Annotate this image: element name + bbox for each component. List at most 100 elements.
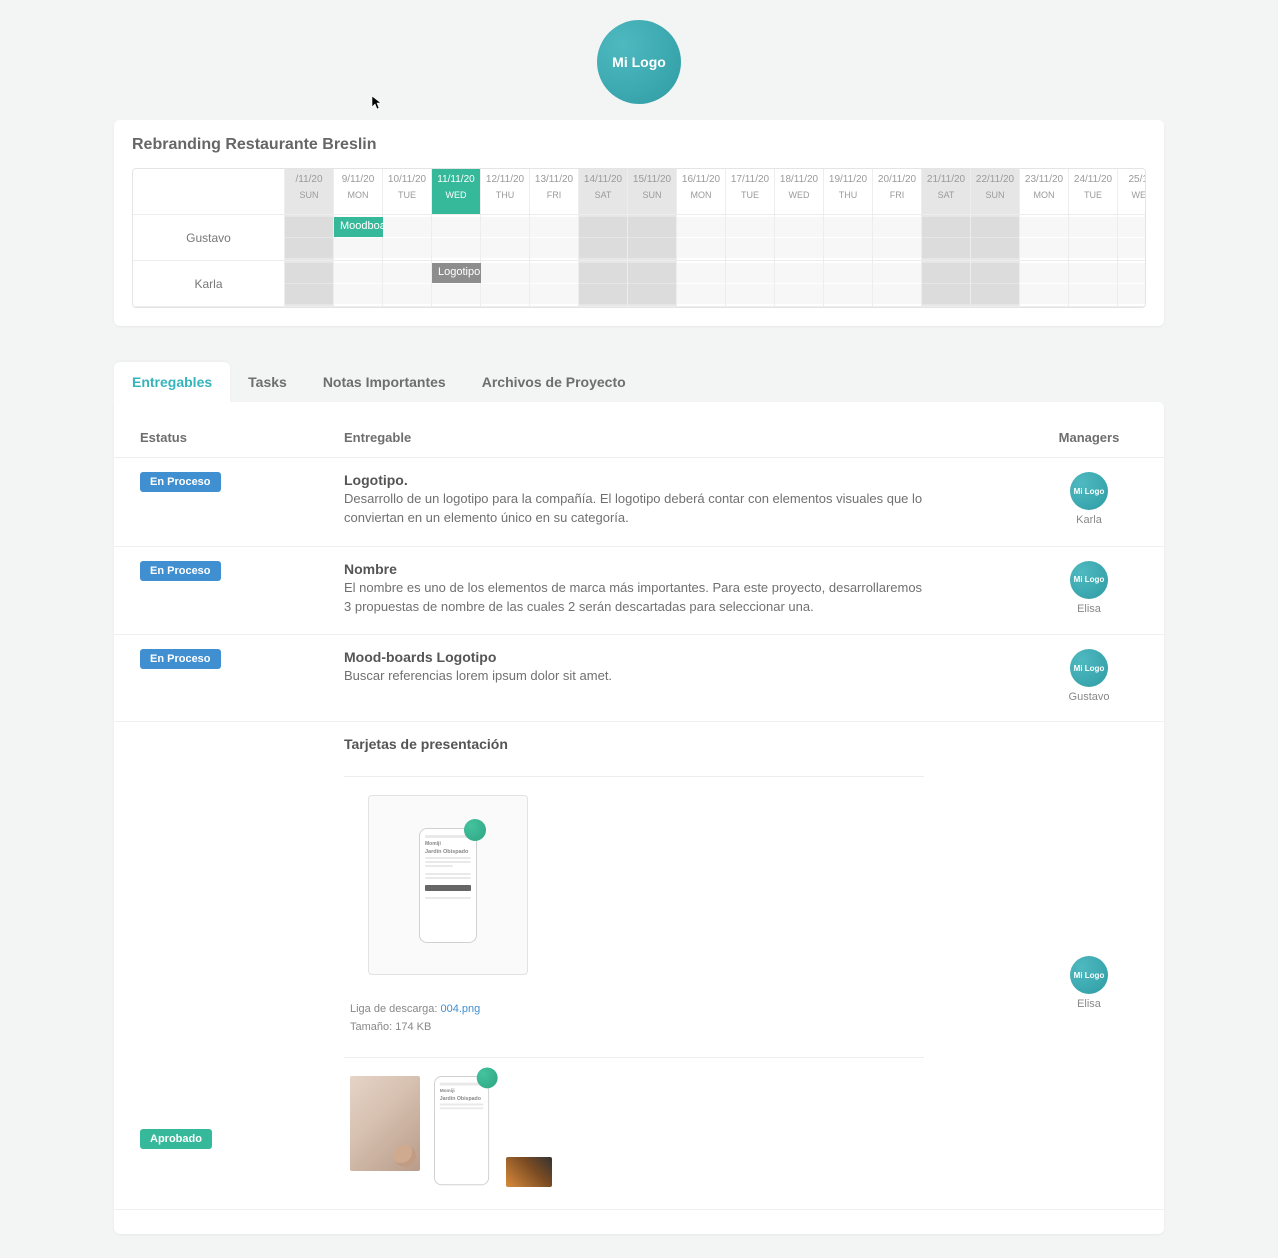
gantt-date-header: 25/11/WED [1118, 169, 1146, 215]
gantt-cell[interactable] [873, 261, 922, 307]
gantt-cell[interactable] [922, 261, 971, 307]
gantt-cell[interactable]: Moodboard de Breslin [334, 215, 383, 261]
gantt-date-header: 24/11/20TUE [1069, 169, 1118, 215]
gantt-cell[interactable] [1069, 261, 1118, 307]
gantt-date-header: 16/11/20MON [677, 169, 726, 215]
table-row: En Proceso Nombre El nombre es uno de los … [114, 546, 1164, 635]
gantt-date-header: 11/11/20WED [432, 169, 481, 215]
deliverable-title: Logotipo. [344, 472, 1004, 488]
gantt-cell[interactable] [628, 261, 677, 307]
divider [344, 776, 924, 777]
gantt-cell[interactable] [1020, 261, 1069, 307]
logo-header: Mi Logo [114, 0, 1164, 120]
gantt-cell[interactable] [481, 215, 530, 261]
tab-entregables[interactable]: Entregables [114, 362, 230, 402]
gantt-cell[interactable] [824, 215, 873, 261]
gantt-chart[interactable]: /11/20SUN9/11/20MON10/11/20TUE11/11/20WE… [132, 168, 1146, 308]
gantt-date-header: 10/11/20TUE [383, 169, 432, 215]
gantt-cell[interactable] [530, 215, 579, 261]
deliverable-title: Mood-boards Logotipo [344, 649, 1004, 665]
attachment-download-line: Liga de descarga: 004.png [350, 1003, 924, 1015]
gantt-cell[interactable] [971, 215, 1020, 261]
status-badge: En Proceso [140, 472, 221, 492]
gantt-cell[interactable] [677, 261, 726, 307]
gantt-date-header: 22/11/20SUN [971, 169, 1020, 215]
manager-name: Elisa [1024, 998, 1154, 1010]
manager-name: Gustavo [1024, 691, 1154, 703]
gantt-cell[interactable] [285, 215, 334, 261]
gantt-cell[interactable] [922, 215, 971, 261]
gantt-cell[interactable] [824, 261, 873, 307]
gantt-date-header: 17/11/20TUE [726, 169, 775, 215]
tab-notas[interactable]: Notas Importantes [305, 362, 464, 402]
gantt-cell[interactable] [726, 261, 775, 307]
gantt-date-header: 15/11/20SUN [628, 169, 677, 215]
gantt-cell[interactable] [873, 215, 922, 261]
project-title: Rebranding Restaurante Breslin [132, 136, 1146, 154]
status-badge: En Proceso [140, 561, 221, 581]
phone-mockup-icon: Momiji Jardín Obispado [434, 1076, 489, 1185]
table-row: En ProcesoLogotipo.Desarrollo de un logo… [114, 458, 1164, 547]
gantt-cell[interactable] [334, 261, 383, 307]
deliverables-panel: Estatus Entregable Managers En Proceso Lo… [114, 402, 1164, 1234]
attachment-thumbnail[interactable]: Momiji Jardín Obispado [350, 1076, 924, 1191]
gantt-cell[interactable] [579, 261, 628, 307]
gantt-cell[interactable] [775, 215, 824, 261]
gantt-cell[interactable] [1020, 215, 1069, 261]
tab-archivos[interactable]: Archivos de Proyecto [464, 362, 644, 402]
gantt-cell[interactable] [579, 215, 628, 261]
gantt-date-header: 14/11/20SAT [579, 169, 628, 215]
attachment-thumbnail[interactable]: Momiji Jardín Obispado [368, 795, 528, 975]
gantt-cell[interactable] [1069, 215, 1118, 261]
deliverables-table: Estatus Entregable Managers En Proceso Lo… [114, 420, 1164, 1210]
status-badge: En Proceso [140, 649, 221, 669]
status-dot-icon [464, 819, 486, 841]
gantt-date-header: 9/11/20MON [334, 169, 383, 215]
gantt-row-label: Karla [133, 261, 285, 307]
gantt-cell[interactable] [285, 261, 334, 307]
avatar[interactable]: Mi Logo [1070, 649, 1108, 687]
gantt-cell[interactable] [1118, 215, 1146, 261]
gantt-date-header: 13/11/20FRI [530, 169, 579, 215]
deliverable-desc: Buscar referencias lorem ipsum dolor sit… [344, 667, 924, 686]
col-status: Estatus [114, 420, 334, 458]
gantt-cell[interactable] [481, 261, 530, 307]
deliverable-title: Nombre [344, 561, 1004, 577]
gantt-cell[interactable] [383, 215, 432, 261]
gantt-date-header: 21/11/20SAT [922, 169, 971, 215]
deliverable-title: Tarjetas de presentación [344, 736, 1004, 752]
avatar[interactable]: Mi Logo [1070, 956, 1108, 994]
status-dot-icon [477, 1068, 498, 1089]
gantt-date-header: 12/11/20THU [481, 169, 530, 215]
col-deliverable: Entregable [334, 420, 1014, 458]
gantt-row-label: Gustavo [133, 215, 285, 261]
download-link[interactable]: 004.png [441, 1003, 481, 1015]
gantt-cell[interactable] [530, 261, 579, 307]
gantt-cell[interactable]: Logotipo Breslin [432, 261, 481, 307]
gantt-cell[interactable] [677, 215, 726, 261]
tab-tasks[interactable]: Tasks [230, 362, 305, 402]
gantt-cell[interactable] [775, 261, 824, 307]
gantt-cell[interactable] [726, 215, 775, 261]
divider [344, 1057, 924, 1058]
phone-mockup-icon: Momiji Jardín Obispado [419, 828, 477, 943]
image-strip-icon [506, 1157, 552, 1187]
avatar[interactable]: Mi Logo [1070, 472, 1108, 510]
gantt-date-header: 18/11/20WED [775, 169, 824, 215]
gantt-cell[interactable] [383, 261, 432, 307]
gantt-cell[interactable] [1118, 261, 1146, 307]
deliverable-desc: El nombre es uno de los elementos de mar… [344, 579, 924, 617]
manager-name: Karla [1024, 514, 1154, 526]
gantt-cell[interactable] [628, 215, 677, 261]
attachment-size-line: Tamaño: 174 KB [350, 1021, 924, 1033]
gantt-cell[interactable] [432, 215, 481, 261]
col-managers: Managers [1014, 420, 1164, 458]
tab-bar: Entregables Tasks Notas Importantes Arch… [114, 362, 1164, 402]
gantt-cell[interactable] [971, 261, 1020, 307]
avatar[interactable]: Mi Logo [1070, 561, 1108, 599]
gantt-date-header: 19/11/20THU [824, 169, 873, 215]
gantt-date-header: 23/11/20MON [1020, 169, 1069, 215]
gantt-date-header: /11/20SUN [285, 169, 334, 215]
brand-logo: Mi Logo [597, 20, 681, 104]
gantt-date-header: 20/11/20FRI [873, 169, 922, 215]
